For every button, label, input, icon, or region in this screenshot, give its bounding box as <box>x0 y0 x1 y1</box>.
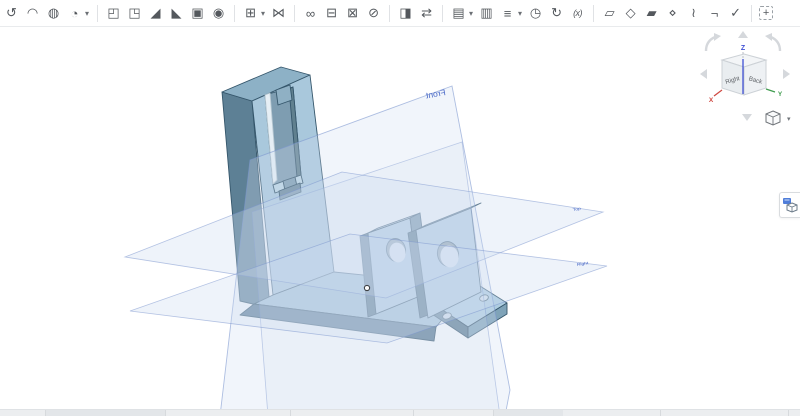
import-icon[interactable]: ↻ <box>548 3 565 23</box>
delete-part-icon[interactable]: ⊘ <box>365 3 382 23</box>
flange-icon[interactable]: ◇ <box>622 3 639 23</box>
toolbar-divider <box>593 5 594 22</box>
view-options-caret[interactable]: ▾ <box>787 116 791 123</box>
roll-left-arrow[interactable] <box>706 37 715 51</box>
feature-toolbar[interactable]: ↺◠◍◔▾◰◳◢◣▣◉⊞▾⋈∞⊟⊠⊘◨⇄▤▾▥≡▾◷↻(x)▱◇▰⋄≀¬✓+ <box>0 0 800 27</box>
sheet-metal-icon[interactable]: ▱ <box>601 3 618 23</box>
shell-icon[interactable]: ▣ <box>189 3 206 23</box>
x-axis <box>714 90 722 96</box>
rotate-up-arrow[interactable] <box>738 31 748 38</box>
spline-icon[interactable]: ≀ <box>685 3 702 23</box>
linear-pattern-icon[interactable]: ⊞ <box>242 3 259 23</box>
tab-bar-divider <box>165 410 166 416</box>
variable-icon[interactable]: (x) <box>569 3 586 23</box>
toolbar-items: ↺◠◍◔▾◰◳◢◣▣◉⊞▾⋈∞⊟⊠⊘◨⇄▤▾▥≡▾◷↻(x)▱◇▰⋄≀¬✓+ <box>3 3 777 23</box>
transform-icon[interactable]: ◔ <box>66 3 83 23</box>
tab-bar-divider <box>493 410 494 416</box>
part-studio-canvas[interactable]: Front Top Right Right Back Z <box>0 0 800 416</box>
tab-icon[interactable]: ▰ <box>643 3 660 23</box>
tab-bar-divider <box>660 410 661 416</box>
toolbar-divider <box>97 5 98 22</box>
panel-flyout-icon <box>782 196 799 214</box>
extrude-icon[interactable]: ◠ <box>24 3 41 23</box>
rib-icon[interactable]: ◣ <box>168 3 185 23</box>
corner-icon[interactable]: ¬ <box>706 3 723 23</box>
thicken-icon[interactable]: ▤ <box>450 3 467 23</box>
toolbar-divider <box>234 5 235 22</box>
modify-fillet-icon[interactable]: ◨ <box>397 3 414 23</box>
y-axis-label: Y <box>778 91 783 98</box>
chamfer-icon[interactable]: ◳ <box>126 3 143 23</box>
graphics-area[interactable]: Front Top Right Right Back Z <box>0 0 800 416</box>
roll-right-arrowhead <box>765 33 772 41</box>
revolve-icon[interactable]: ◍ <box>45 3 62 23</box>
toolbar-divider <box>294 5 295 22</box>
roll-right-arrow[interactable] <box>771 37 780 51</box>
roll-left-arrowhead <box>714 33 721 41</box>
rotate-right-arrow[interactable] <box>783 69 790 79</box>
tab-segment[interactable] <box>45 410 165 416</box>
z-axis-label: Z <box>741 45 746 52</box>
tab-bar-divider <box>413 410 414 416</box>
reference-planes[interactable]: Front Top Right <box>125 86 607 416</box>
linear-pattern-dropdown-caret[interactable]: ▾ <box>261 9 265 18</box>
fillet-icon[interactable]: ◰ <box>105 3 122 23</box>
y-axis <box>766 89 775 92</box>
mirror-icon[interactable]: ⋈ <box>270 3 287 23</box>
rotate-left-arrow[interactable] <box>700 69 707 79</box>
boolean-icon[interactable]: ∞ <box>302 3 319 23</box>
history-icon[interactable]: ◷ <box>527 3 544 23</box>
move-face-icon[interactable]: ⊠ <box>344 3 361 23</box>
panel-flyout-button[interactable] <box>779 192 800 218</box>
toolbar-divider <box>389 5 390 22</box>
custom-feature-icon[interactable]: + <box>759 6 773 20</box>
tab-bar-divider <box>788 410 789 416</box>
pattern-list-icon[interactable]: ≡ <box>499 3 516 23</box>
toolbar-divider <box>751 5 752 22</box>
x-axis-label: X <box>709 97 714 104</box>
origin-marker[interactable] <box>364 285 369 290</box>
thicken-dropdown-caret[interactable]: ▾ <box>469 9 473 18</box>
toolbar-divider <box>442 5 443 22</box>
tab-bar-divider <box>290 410 291 416</box>
tab-bar-divider <box>45 410 46 416</box>
view-options-button[interactable]: ▾ <box>766 111 791 125</box>
pattern-list-dropdown-caret[interactable]: ▾ <box>518 9 522 18</box>
replace-face-icon[interactable]: ⇄ <box>418 3 435 23</box>
draft-icon[interactable]: ◢ <box>147 3 164 23</box>
split-icon[interactable]: ⊟ <box>323 3 340 23</box>
hole-icon[interactable]: ◉ <box>210 3 227 23</box>
finish-icon[interactable]: ✓ <box>727 3 744 23</box>
transform-dropdown-caret[interactable]: ▾ <box>85 9 89 18</box>
bend-icon[interactable]: ⋄ <box>664 3 681 23</box>
sketch-icon[interactable]: ↺ <box>3 3 20 23</box>
tab-segment[interactable] <box>493 410 563 416</box>
view-cube[interactable]: Right Back Z X Y <box>700 31 790 121</box>
enclose-icon[interactable]: ▥ <box>478 3 495 23</box>
bottom-tab-bar[interactable] <box>0 409 800 416</box>
rotate-down-arrow[interactable] <box>742 114 752 121</box>
